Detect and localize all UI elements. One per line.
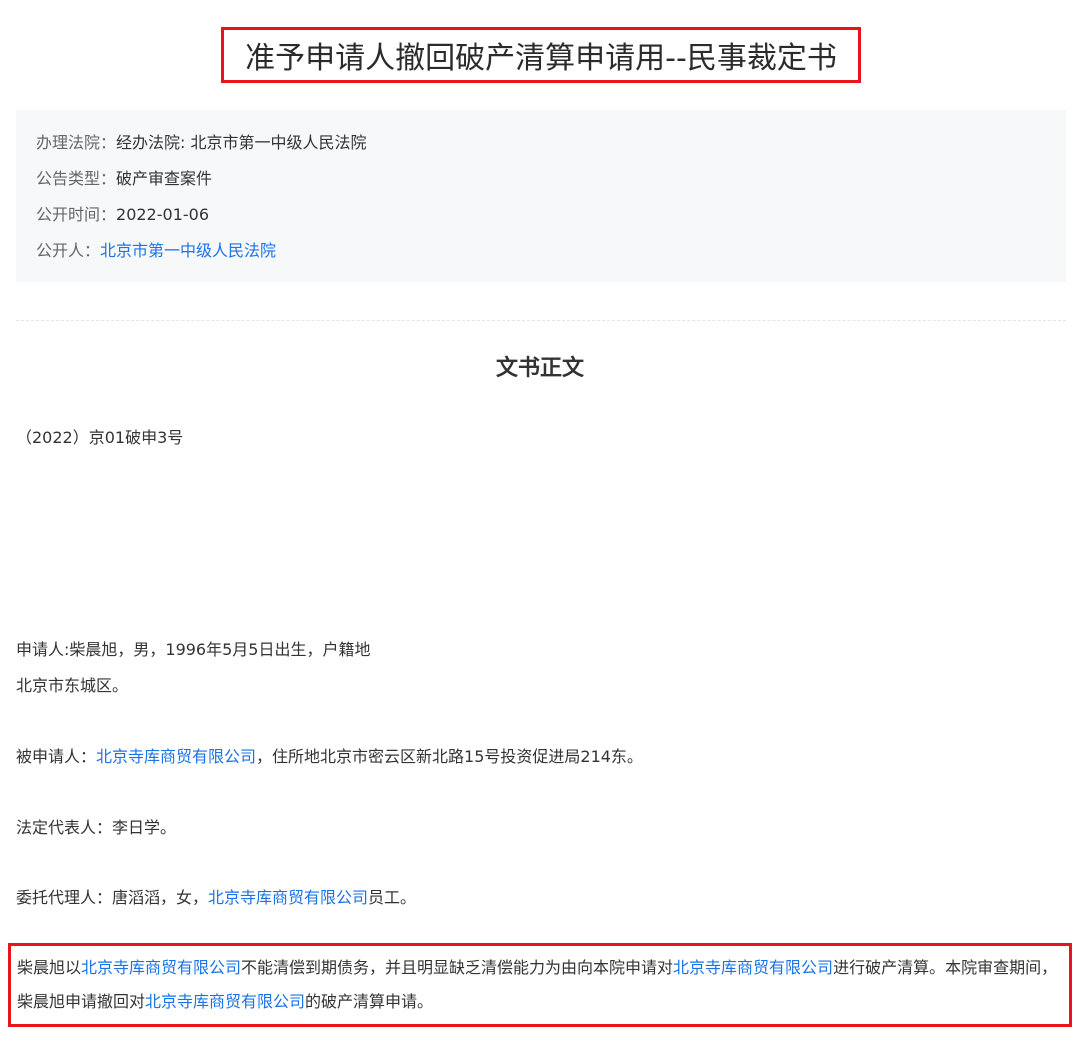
conclusion-company-link-3[interactable]: 北京寺库商贸有限公司 [145,992,305,1011]
applicant-line1: 申请人:柴晨旭，男，1996年5月5日出生，户籍地 [16,640,371,659]
type-label: 公告类型： [36,169,117,188]
agent-company-link[interactable]: 北京寺库商贸有限公司 [208,888,368,907]
case-number: （2022）京01破申3号 [16,428,184,447]
info-row-court: 办理法院：经办法院: 北京市第一中级人民法院 [36,133,367,153]
date-label: 公开时间： [36,205,117,224]
divider [16,320,1066,321]
section-heading: 文书正文 [495,356,584,381]
court-label: 办理法院： [36,133,117,152]
conclusion-company-link-2[interactable]: 北京寺库商贸有限公司 [673,958,833,977]
type-value: 破产审查案件 [116,169,213,188]
title-highlight-box: 准予申请人撤回破产清算申请用--民事裁定书 [221,27,861,83]
respondent-paragraph: 被申请人：北京寺库商贸有限公司，住所地北京市密云区新北路15号投资促进局214东… [16,740,643,774]
respondent-prefix: 被申请人： [16,747,97,766]
info-row-type: 公告类型：破产审查案件 [36,169,212,189]
respondent-suffix: ，住所地北京市密云区新北路15号投资促进局214东。 [256,747,643,766]
conclusion-text-1: 柴晨旭以 [17,958,82,977]
publisher-label: 公开人： [36,241,101,260]
info-row-date: 公开时间：2022-01-06 [36,205,209,225]
agent-prefix: 委托代理人：唐滔滔，女， [16,888,209,907]
applicant-line2: 北京市东城区。 [16,676,129,695]
legal-rep: 法定代表人：李日学。 [16,818,177,837]
conclusion-text-2: 不能清偿到期债务，并且明显缺乏清偿能力为由向本院申请对 [241,958,674,977]
info-row-publisher: 公开人：北京市第一中级人民法院 [36,241,276,261]
agent-paragraph: 委托代理人：唐滔滔，女，北京寺库商贸有限公司员工。 [16,881,416,915]
conclusion-text-4: 的破产清算申请。 [305,992,434,1011]
publisher-link[interactable]: 北京市第一中级人民法院 [100,241,276,260]
respondent-company-link[interactable]: 北京寺库商贸有限公司 [96,747,256,766]
agent-suffix: 员工。 [368,888,417,907]
date-value: 2022-01-06 [116,205,209,224]
conclusion-highlight-box: 柴晨旭以北京寺库商贸有限公司不能清偿到期债务，并且明显缺乏清偿能力为由向本院申请… [8,943,1072,1027]
info-panel: 办理法院：经办法院: 北京市第一中级人民法院 公告类型：破产审查案件 公开时间：… [16,110,1066,282]
court-value: 经办法院: 北京市第一中级人民法院 [116,133,367,152]
conclusion-paragraph: 柴晨旭以北京寺库商贸有限公司不能清偿到期债务，并且明显缺乏清偿能力为由向本院申请… [17,951,1065,1019]
conclusion-company-link-1[interactable]: 北京寺库商贸有限公司 [81,958,241,977]
page-title: 准予申请人撤回破产清算申请用--民事裁定书 [245,41,837,76]
